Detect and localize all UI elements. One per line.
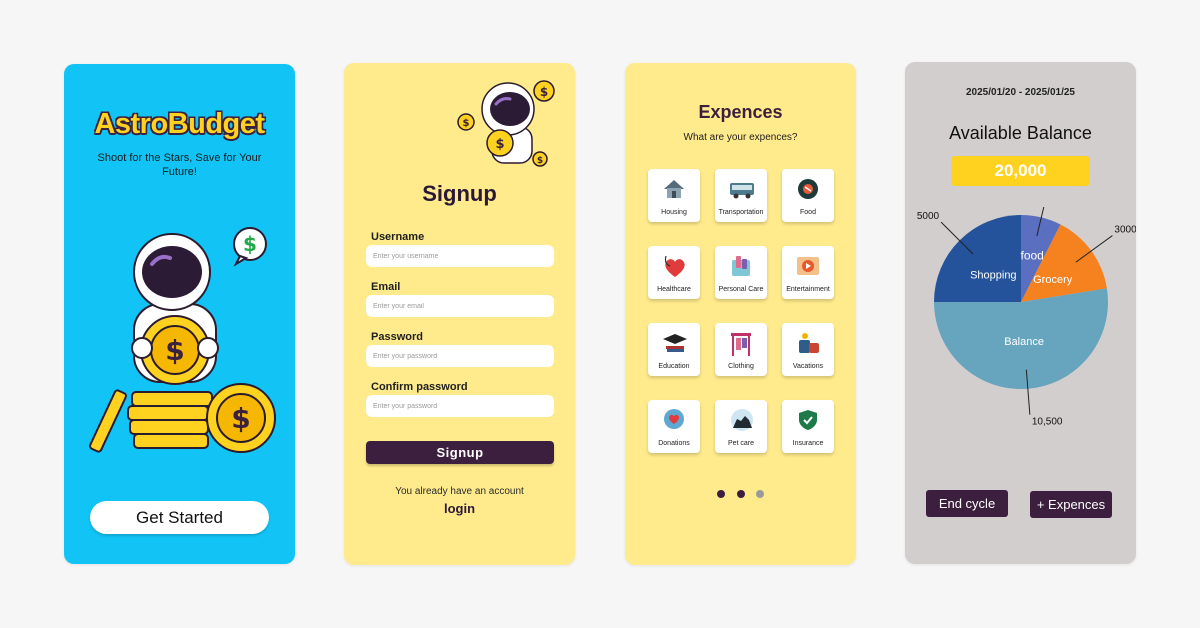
clothing-rack-icon [731,333,751,356]
category-label: Donations [658,440,690,447]
page-title: Available Balance [949,123,1092,143]
category-label: Insurance [792,440,824,447]
pie-slice-label: Grocery [1033,274,1073,286]
category-tile-entertainment[interactable]: Entertainment [782,246,834,299]
category-label: Pet care [727,440,755,447]
bus-icon [730,183,754,199]
food-icon [798,179,818,199]
category-tile-personal-care[interactable]: Personal Care [715,246,767,299]
pie-slice-label: Shopping [970,269,1017,281]
tagline: Shoot for the Stars, Save for Your Futur… [97,152,262,178]
astronaut-coin-illustration: $ $ $ $ [457,80,555,167]
pie-slice-label: Balance [1004,336,1044,348]
category-tile-pet-care[interactable]: Pet care [715,400,767,453]
category-tile-transportation[interactable]: Transportation [715,169,767,222]
get-started-button[interactable]: Get Started [90,501,269,534]
category-label: Entertainment [786,286,830,293]
login-link[interactable]: login [344,501,575,516]
balance-screen: 2025/01/20 - 2025/01/25 Available Balanc… [905,62,1136,564]
pagination-dot[interactable] [756,490,764,498]
pie-value-label: 3000 [1114,225,1136,236]
graduation-cap-icon [663,334,687,352]
add-expense-button[interactable]: + Expences [1030,491,1112,518]
email-input[interactable] [366,295,554,317]
category-tile-housing[interactable]: Housing [648,169,700,222]
pagination-dot[interactable] [737,490,745,498]
confirm-password-input[interactable] [366,395,554,417]
pie-value-label: 10,500 [1032,417,1063,428]
svg-text:$: $ [537,156,543,166]
astronaut-coins-illustration: $ $ $ [89,227,276,453]
category-label: Vacations [792,363,824,370]
welcome-screen: AstroBudget Shoot for the Stars, Save fo… [64,64,295,564]
shield-check-icon [799,410,817,430]
app-title: AstroBudget [94,108,265,140]
luggage-icon [799,333,819,353]
house-icon [664,180,684,198]
password-label: Password [371,331,423,343]
category-tile-food[interactable]: Food [782,169,834,222]
balance-amount: 20,000 [951,156,1090,186]
email-label: Email [371,281,401,293]
category-tile-clothing[interactable]: Clothing [715,323,767,376]
username-input[interactable] [366,245,554,267]
end-cycle-button[interactable]: End cycle [926,490,1008,517]
dollar-bubble-icon: $ [233,227,267,267]
personal-care-icon [732,256,750,276]
category-tile-education[interactable]: Education [648,323,700,376]
page-title: Signup [422,181,497,206]
svg-text:$: $ [495,137,504,152]
signup-button[interactable]: Signup [366,441,554,464]
confirm-password-label: Confirm password [371,381,468,393]
category-label: Food [800,209,816,216]
username-label: Username [371,231,425,243]
category-tile-donations[interactable]: Donations [648,400,700,453]
heart-stethoscope-icon [664,255,685,277]
category-tile-healthcare[interactable]: Healthcare [648,246,700,299]
play-icon [797,257,819,275]
date-range: 2025/01/20 - 2025/01/25 [966,87,1075,98]
category-label: Housing [661,209,687,216]
expense-pie-chart: foodGroceryBalanceShopping1500300010,500… [917,207,1136,428]
page-title: Expences [698,102,783,122]
category-label: Healthcare [657,286,691,293]
category-tile-insurance[interactable]: Insurance [782,400,834,453]
svg-text:$: $ [463,118,470,129]
pagination-dot[interactable] [717,490,725,498]
category-label: Education [658,363,690,370]
svg-text:$: $ [231,402,250,435]
donation-heart-icon [664,409,684,429]
category-tile-vacations[interactable]: Vacations [782,323,834,376]
category-label: Clothing [728,363,754,370]
svg-text:$: $ [540,85,548,99]
have-account-text: You already have an account [395,486,524,497]
page-subtitle: What are your expences? [683,132,798,143]
pet-icon [731,409,753,431]
pie-slice-label: food [1020,248,1043,262]
svg-text:$: $ [165,334,184,367]
pie-value-label: 5000 [917,211,940,222]
category-label: Transportation [718,209,764,216]
category-label: Personal Care [718,286,764,293]
password-input[interactable] [366,345,554,367]
svg-text:$: $ [243,232,257,256]
expenses-screen: Expences What are your expences? Housing… [625,63,856,565]
signup-screen: $ $ $ $ Signup Username Email Password C… [344,63,575,565]
